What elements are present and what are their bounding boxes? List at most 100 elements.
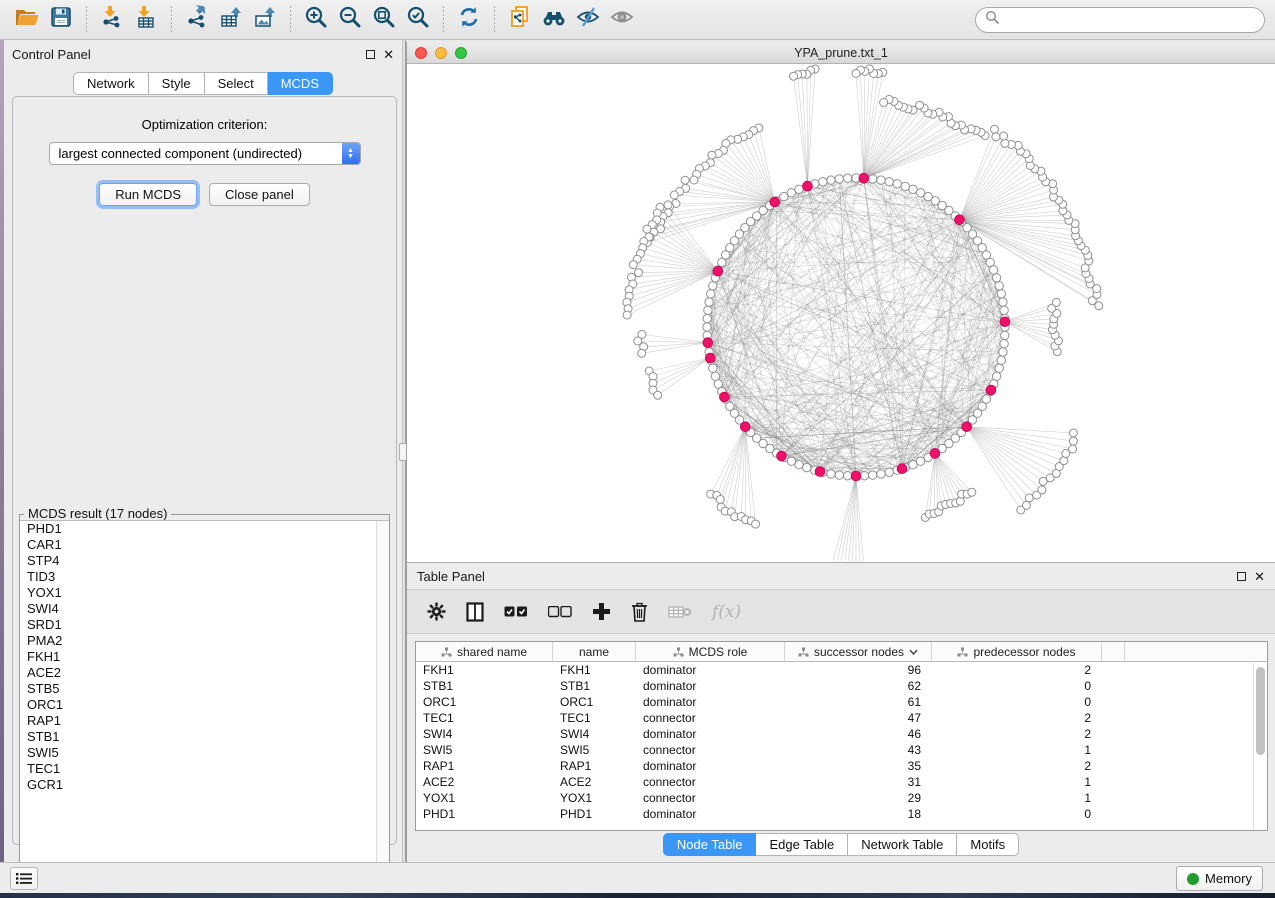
- table-row[interactable]: YOX1YOX1connector291: [416, 790, 1267, 806]
- mcds-result-item[interactable]: RAP1: [20, 713, 389, 729]
- delete-table-button-disabled[interactable]: [668, 604, 692, 620]
- memory-button[interactable]: Memory: [1176, 866, 1263, 891]
- table-cell: connector: [636, 790, 785, 806]
- table-row[interactable]: FKH1FKH1dominator962: [416, 662, 1267, 678]
- table-cell: 0: [932, 694, 1102, 710]
- table-row[interactable]: ORC1ORC1dominator610: [416, 694, 1267, 710]
- function-builder-button-disabled[interactable]: f(x): [712, 602, 741, 622]
- open-session-button[interactable]: [10, 4, 44, 36]
- mcds-result-item[interactable]: STB1: [20, 729, 389, 745]
- find-button[interactable]: [537, 4, 571, 36]
- float-window-icon[interactable]: [1237, 572, 1246, 581]
- table-cell: 61: [785, 694, 932, 710]
- toolbar-separator: [86, 6, 87, 34]
- choose-columns-button[interactable]: [466, 602, 484, 622]
- column-header-shared-name[interactable]: shared name: [416, 642, 553, 661]
- mcds-result-item[interactable]: SRD1: [20, 617, 389, 633]
- table-settings-button[interactable]: [427, 602, 446, 621]
- zoom-fit-icon: [372, 5, 396, 34]
- import-table-button[interactable]: [129, 4, 163, 36]
- column-header-successor-nodes[interactable]: successor nodes: [785, 642, 932, 661]
- zoom-in-button[interactable]: [299, 4, 333, 36]
- mcds-result-item[interactable]: SWI5: [20, 745, 389, 761]
- table-cell: STB1: [553, 678, 636, 694]
- mcds-result-item[interactable]: CAR1: [20, 537, 389, 553]
- zoom-selected-button[interactable]: [401, 4, 435, 36]
- mcds-result-item[interactable]: PMA2: [20, 633, 389, 649]
- tab-node-table[interactable]: Node Table: [663, 833, 757, 856]
- mcds-result-item[interactable]: ORC1: [20, 697, 389, 713]
- search-input[interactable]: [1000, 13, 1255, 27]
- toolbar-separator: [290, 6, 291, 34]
- table-row[interactable]: RAP1RAP1dominator352: [416, 758, 1267, 774]
- mcds-result-item[interactable]: FKH1: [20, 649, 389, 665]
- table-cell: 2: [932, 758, 1102, 774]
- tab-motifs[interactable]: Motifs: [957, 833, 1019, 856]
- mcds-result-item[interactable]: PHD1: [20, 521, 389, 537]
- zoom-fit-button[interactable]: [367, 4, 401, 36]
- task-history-button[interactable]: [10, 867, 38, 890]
- mcds-result-item[interactable]: ACE2: [20, 665, 389, 681]
- save-session-button[interactable]: [44, 4, 78, 36]
- network-canvas[interactable]: [407, 64, 1275, 561]
- mcds-list-scrollbar[interactable]: [376, 521, 389, 885]
- table-row[interactable]: PHD1PHD1dominator180: [416, 806, 1267, 822]
- close-panel-icon[interactable]: ✕: [383, 50, 394, 59]
- export-network-icon: [185, 5, 209, 34]
- node-table-header: shared name name MCDS role successor nod…: [416, 642, 1267, 662]
- table-cell: SWI5: [553, 742, 636, 758]
- optimization-criterion-select[interactable]: largest connected component (undirected)…: [49, 142, 361, 165]
- memory-status-icon: [1187, 873, 1199, 885]
- clone-network-button[interactable]: [503, 4, 537, 36]
- zoom-out-button[interactable]: [333, 4, 367, 36]
- add-column-button[interactable]: [592, 602, 611, 621]
- attribute-icon: [798, 647, 809, 657]
- table-row[interactable]: SWI4SWI4dominator462: [416, 726, 1267, 742]
- table-row[interactable]: TEC1TEC1connector472: [416, 710, 1267, 726]
- table-cell: 2: [932, 710, 1102, 726]
- mcds-result-item[interactable]: YOX1: [20, 585, 389, 601]
- show-display-button[interactable]: [605, 4, 639, 36]
- tab-network[interactable]: Network: [73, 72, 149, 95]
- tab-style[interactable]: Style: [149, 72, 205, 95]
- mcds-result-item[interactable]: STB5: [20, 681, 389, 697]
- import-network-button[interactable]: [95, 4, 129, 36]
- delete-column-button[interactable]: [631, 602, 648, 622]
- mcds-result-item[interactable]: TEC1: [20, 761, 389, 777]
- tab-network-table[interactable]: Network Table: [848, 833, 957, 856]
- table-row[interactable]: SWI5SWI5connector431: [416, 742, 1267, 758]
- tab-select[interactable]: Select: [205, 72, 268, 95]
- table-cell: connector: [636, 774, 785, 790]
- tab-mcds[interactable]: MCDS: [268, 72, 333, 95]
- mcds-result-item[interactable]: STP4: [20, 553, 389, 569]
- column-header-mcds-role[interactable]: MCDS role: [636, 642, 785, 661]
- export-image-button[interactable]: [248, 4, 282, 36]
- toolbar-separator: [443, 6, 444, 34]
- close-panel-button[interactable]: Close panel: [209, 183, 310, 206]
- hide-display-button[interactable]: [571, 4, 605, 36]
- table-cell: RAP1: [553, 758, 636, 774]
- tab-edge-table[interactable]: Edge Table: [756, 833, 848, 856]
- mcds-result-item[interactable]: TID3: [20, 569, 389, 585]
- table-scrollbar-thumb[interactable]: [1256, 667, 1265, 755]
- apply-layout-button[interactable]: [452, 4, 486, 36]
- mcds-result-item[interactable]: SWI4: [20, 601, 389, 617]
- mcds-panel: Optimization criterion: largest connecte…: [12, 96, 397, 845]
- float-window-icon[interactable]: [366, 50, 375, 59]
- network-graph: [407, 64, 1275, 561]
- close-panel-icon[interactable]: ✕: [1254, 572, 1265, 581]
- export-network-button[interactable]: [180, 4, 214, 36]
- import-network-icon: [100, 5, 124, 34]
- deselect-all-button[interactable]: [548, 606, 572, 618]
- table-row[interactable]: STB1STB1dominator620: [416, 678, 1267, 694]
- table-cell: ORC1: [553, 694, 636, 710]
- mcds-result-list[interactable]: PHD1CAR1STP4TID3YOX1SWI4SRD1PMA2FKH1ACE2…: [20, 520, 389, 885]
- select-all-button[interactable]: [504, 606, 528, 618]
- mcds-result-item[interactable]: GCR1: [20, 777, 389, 793]
- run-mcds-button[interactable]: Run MCDS: [99, 183, 197, 206]
- column-header-name[interactable]: name: [553, 642, 636, 661]
- table-row[interactable]: ACE2ACE2connector311: [416, 774, 1267, 790]
- column-header-predecessor-nodes[interactable]: predecessor nodes: [932, 642, 1102, 661]
- table-scrollbar[interactable]: [1253, 663, 1266, 830]
- export-table-button[interactable]: [214, 4, 248, 36]
